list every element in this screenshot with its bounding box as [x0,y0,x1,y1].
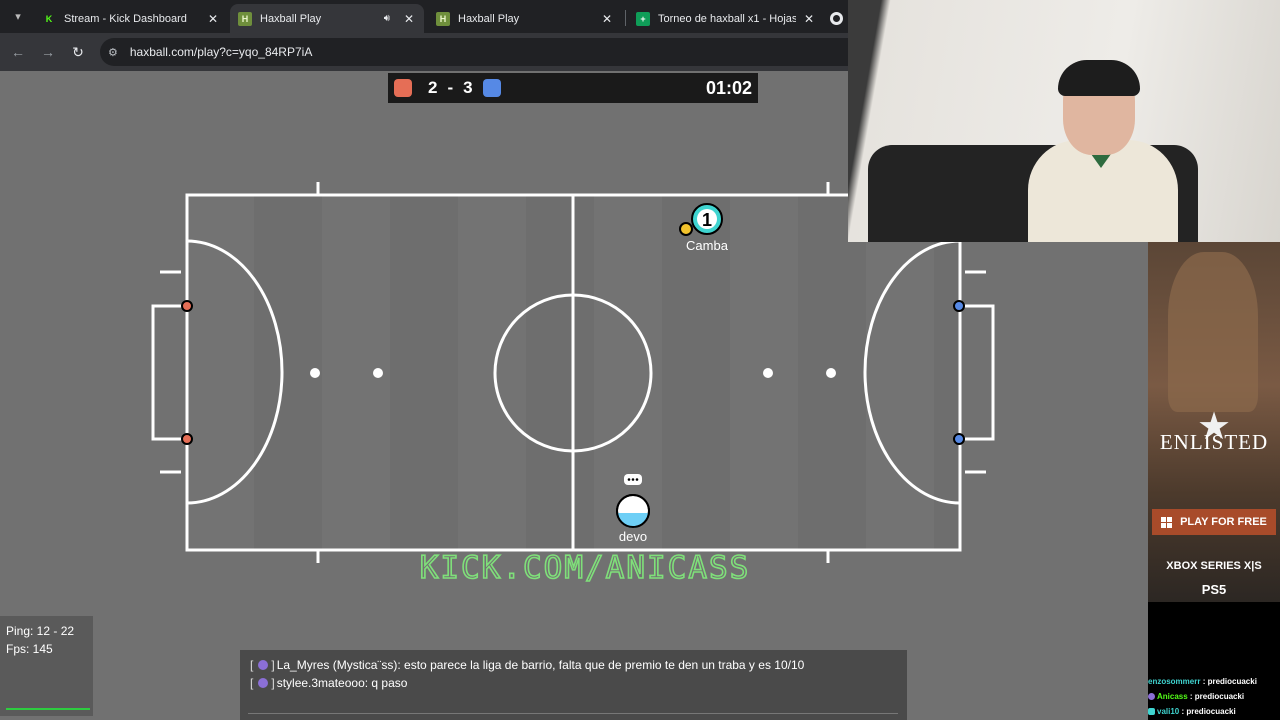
chat-text: esto parece la liga de barrio, falta que… [404,658,805,672]
url-text: haxball.com/play?c=yqo_84RP7iA [129,45,313,59]
webcam-overlay [848,0,1280,242]
speaker-icon[interactable]: 🔊︎ [384,13,390,24]
player-name: Camba [686,238,729,253]
sheets-favicon-icon: + [636,11,650,26]
close-icon[interactable]: ✕ [600,12,614,26]
tab-sheets[interactable]: + Torneo de haxball x1 - Hojas de ✕ [628,4,824,33]
address-bar[interactable]: ⚙ haxball.com/play?c=yqo_84RP7iA [100,38,850,66]
haxball-favicon-icon: H [436,11,450,26]
reload-icon[interactable]: ↻ [68,42,88,62]
tab-search-icon[interactable]: ▾ [8,7,28,27]
tab-title: Stream - Kick Dashboard [64,12,187,25]
user-icon [258,678,269,688]
stream-chat-line: enzosommerr : prediocuacki [1148,677,1257,686]
ping-text: Ping: 12 - 22 [6,624,75,638]
tab-title: Haxball Play [458,12,520,25]
tab-separator [625,10,626,26]
tab-haxball[interactable]: H Haxball Play ✕ [428,4,622,33]
chat-text: q paso [371,676,408,690]
blue-post [953,300,965,312]
browser-tab-bar: ▾ K Stream - Kick Dashboard ✕ H Haxball … [0,0,850,33]
player-name: devo [619,529,647,544]
ad-title: ENLISTED [1159,430,1269,454]
ps5-label: PS5 [1201,582,1227,597]
right-goal [960,304,995,441]
chat-bubble-icon [624,474,642,485]
net-stats: Ping: 12 - 22 Fps: 145 [0,616,93,716]
haxball-favicon-icon: H [238,11,252,26]
stream-chat-line: Anicass : prediocuacki [1148,692,1280,701]
badge-icon [1148,708,1155,716]
close-icon[interactable]: ✕ [206,12,220,26]
tab-kick-dashboard[interactable]: K Stream - Kick Dashboard ✕ [34,4,228,33]
kick-favicon-icon: K [45,13,53,24]
blue-post [953,433,965,445]
xbox-label: XBOX SERIES X|S [1166,560,1262,572]
back-icon[interactable]: ← [8,42,28,62]
fps-text: Fps: 145 [6,642,53,656]
close-icon[interactable]: ✕ [402,12,416,26]
site-settings-icon[interactable]: ⚙ [108,46,118,59]
player-number: 1 [702,210,712,230]
fps-graph [6,708,90,710]
match-timer: 01:02 [705,77,752,98]
game-chat: [] La_Myres (Mystica¨ss): esto parece la… [240,650,907,720]
tab-title: Haxball Play [260,12,322,25]
tab-haxball-active[interactable]: H Haxball Play 🔊︎ ✕ [230,4,424,33]
stream-chat-line: vali10 : prediocuacki [1148,707,1280,716]
red-post [181,300,193,312]
red-post [181,433,193,445]
left-goal [151,304,187,441]
chat-message: [] stylee.3mateooo: q paso [250,676,408,690]
chat-author: stylee.3mateooo [276,676,365,690]
chat-message: [] La_Myres (Mystica¨ss): esto parece la… [250,658,805,672]
badge-icon [1148,693,1155,701]
play-for-free-button[interactable]: PLAY FOR FREE [1152,509,1276,535]
screen: ▾ K Stream - Kick Dashboard ✕ H Haxball … [0,0,1280,720]
tab-chrome[interactable] [826,4,850,33]
browser-toolbar: ← → ↻ ⚙ haxball.com/play?c=yqo_84RP7iA [0,33,850,71]
blue-team-swatch [482,79,501,97]
score-separator: - [447,78,454,97]
stream-chat: enzosommerr : prediocuacki Anicass : pre… [1148,602,1280,720]
enlisted-ad[interactable]: ★ ENLISTED PLAY FOR FREE XBOX SERIES X|S… [1148,242,1280,602]
windows-icon [1161,516,1173,528]
ball [679,222,693,236]
tab-title: Torneo de haxball x1 - Hojas de [658,12,796,25]
chrome-icon [830,12,843,25]
chat-author: La_Myres (Mystica¨ss) [276,658,398,672]
chat-input[interactable] [248,713,898,714]
blue-score: 3 [463,78,473,97]
user-icon [258,660,269,670]
watermark: KICK.COM/ANICASS [420,550,751,586]
scoreboard: 2 - 3 01:02 [388,73,758,103]
close-icon[interactable]: ✕ [802,12,816,26]
red-score: 2 [428,78,438,97]
forward-icon[interactable]: → [38,42,58,62]
red-team-swatch [394,79,412,97]
